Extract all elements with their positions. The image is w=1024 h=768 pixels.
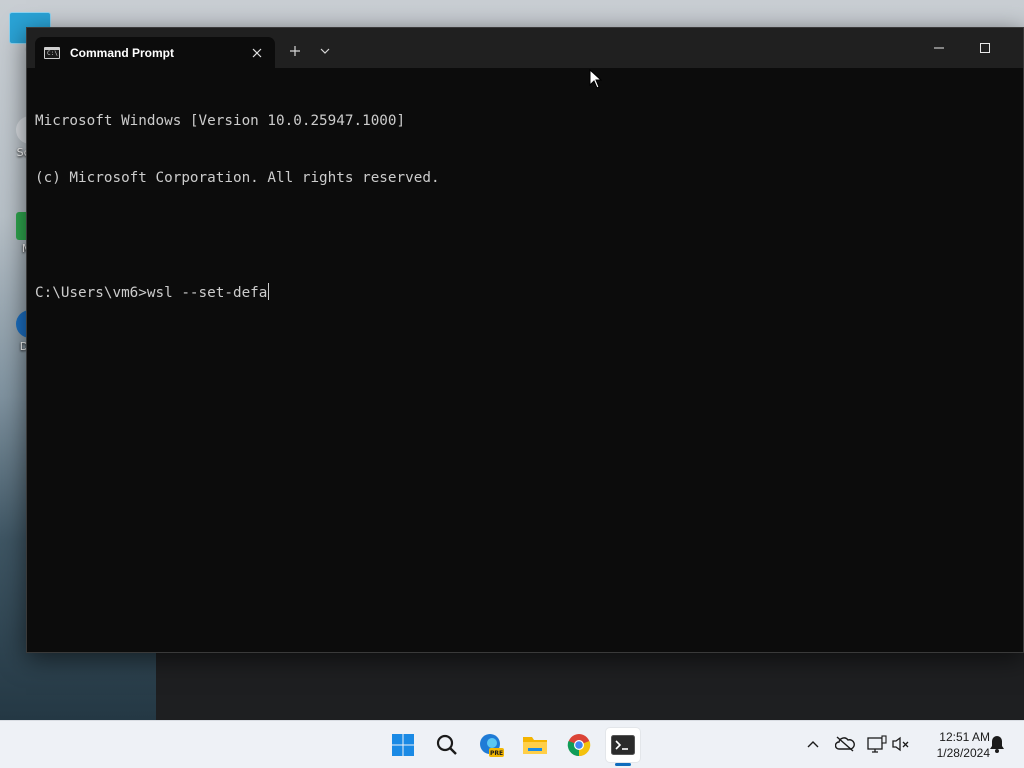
- folder-icon: [523, 737, 547, 754]
- console-line: Microsoft Windows [Version 10.0.25947.10…: [35, 113, 406, 129]
- edge-preview-button[interactable]: PRE: [474, 728, 508, 762]
- network-icon: [867, 735, 887, 753]
- bell-icon: [990, 736, 1004, 753]
- chrome-button[interactable]: [562, 728, 596, 762]
- clock-time: 12:51 AM: [939, 730, 990, 744]
- console-output[interactable]: Microsoft Windows [Version 10.0.25947.10…: [35, 74, 1015, 644]
- tab-title: Command Prompt: [70, 45, 175, 60]
- notifications-button[interactable]: [986, 733, 1008, 755]
- volume-tray-button[interactable]: [890, 733, 912, 755]
- file-explorer-button[interactable]: [518, 728, 552, 762]
- console-line: (c) Microsoft Corporation. All rights re…: [35, 170, 440, 186]
- cmd-icon: C:\: [44, 46, 60, 59]
- text-cursor: [268, 283, 270, 300]
- new-tab-button[interactable]: [281, 38, 309, 64]
- close-icon: [252, 48, 262, 57]
- maximize-button[interactable]: [962, 28, 1008, 68]
- tab-command-prompt[interactable]: C:\ Command Prompt: [35, 37, 275, 68]
- search-button[interactable]: [430, 728, 464, 762]
- chrome-icon: [567, 734, 591, 757]
- clock-date: 1/28/2024: [936, 746, 990, 760]
- desktop-wallpaper-shadow: [156, 652, 1024, 720]
- chevron-up-icon: [807, 741, 819, 748]
- command-text: C:\Users\vm6>wsl --set-defa: [35, 285, 268, 301]
- network-tray-button[interactable]: [866, 733, 888, 755]
- taskbar: PRE 12:51 AM 1/28/2024: [0, 720, 1024, 768]
- windows-logo-icon: [392, 734, 414, 756]
- tab-dropdown-button[interactable]: [311, 38, 339, 64]
- terminal-window[interactable]: C:\ Command Prompt Microsoft Windows [Ve…: [26, 27, 1024, 653]
- maximize-icon: [980, 43, 990, 53]
- active-app-indicator: [615, 763, 631, 766]
- close-tab-button[interactable]: [245, 42, 269, 64]
- plus-icon: [290, 46, 300, 56]
- edge-pre-icon: PRE: [480, 734, 504, 757]
- start-button[interactable]: [386, 728, 420, 762]
- search-icon: [436, 734, 457, 755]
- mouse-pointer-icon: [589, 68, 603, 93]
- command-line-input[interactable]: C:\Users\vm6>wsl --set-defa: [35, 283, 1015, 302]
- chevron-down-icon: [320, 48, 330, 54]
- onedrive-tray-button[interactable]: [834, 733, 856, 755]
- terminal-icon: [611, 735, 635, 755]
- clock[interactable]: 12:51 AM 1/28/2024: [918, 729, 990, 761]
- volume-muted-icon: [892, 736, 909, 752]
- cloud-off-icon: [835, 736, 855, 752]
- minimize-icon: [934, 47, 944, 49]
- show-hidden-icons-button[interactable]: [802, 733, 824, 755]
- terminal-taskbar-button[interactable]: [606, 728, 640, 762]
- title-bar[interactable]: C:\ Command Prompt: [27, 28, 1023, 68]
- minimize-button[interactable]: [916, 28, 962, 68]
- svg-text:PRE: PRE: [490, 750, 503, 757]
